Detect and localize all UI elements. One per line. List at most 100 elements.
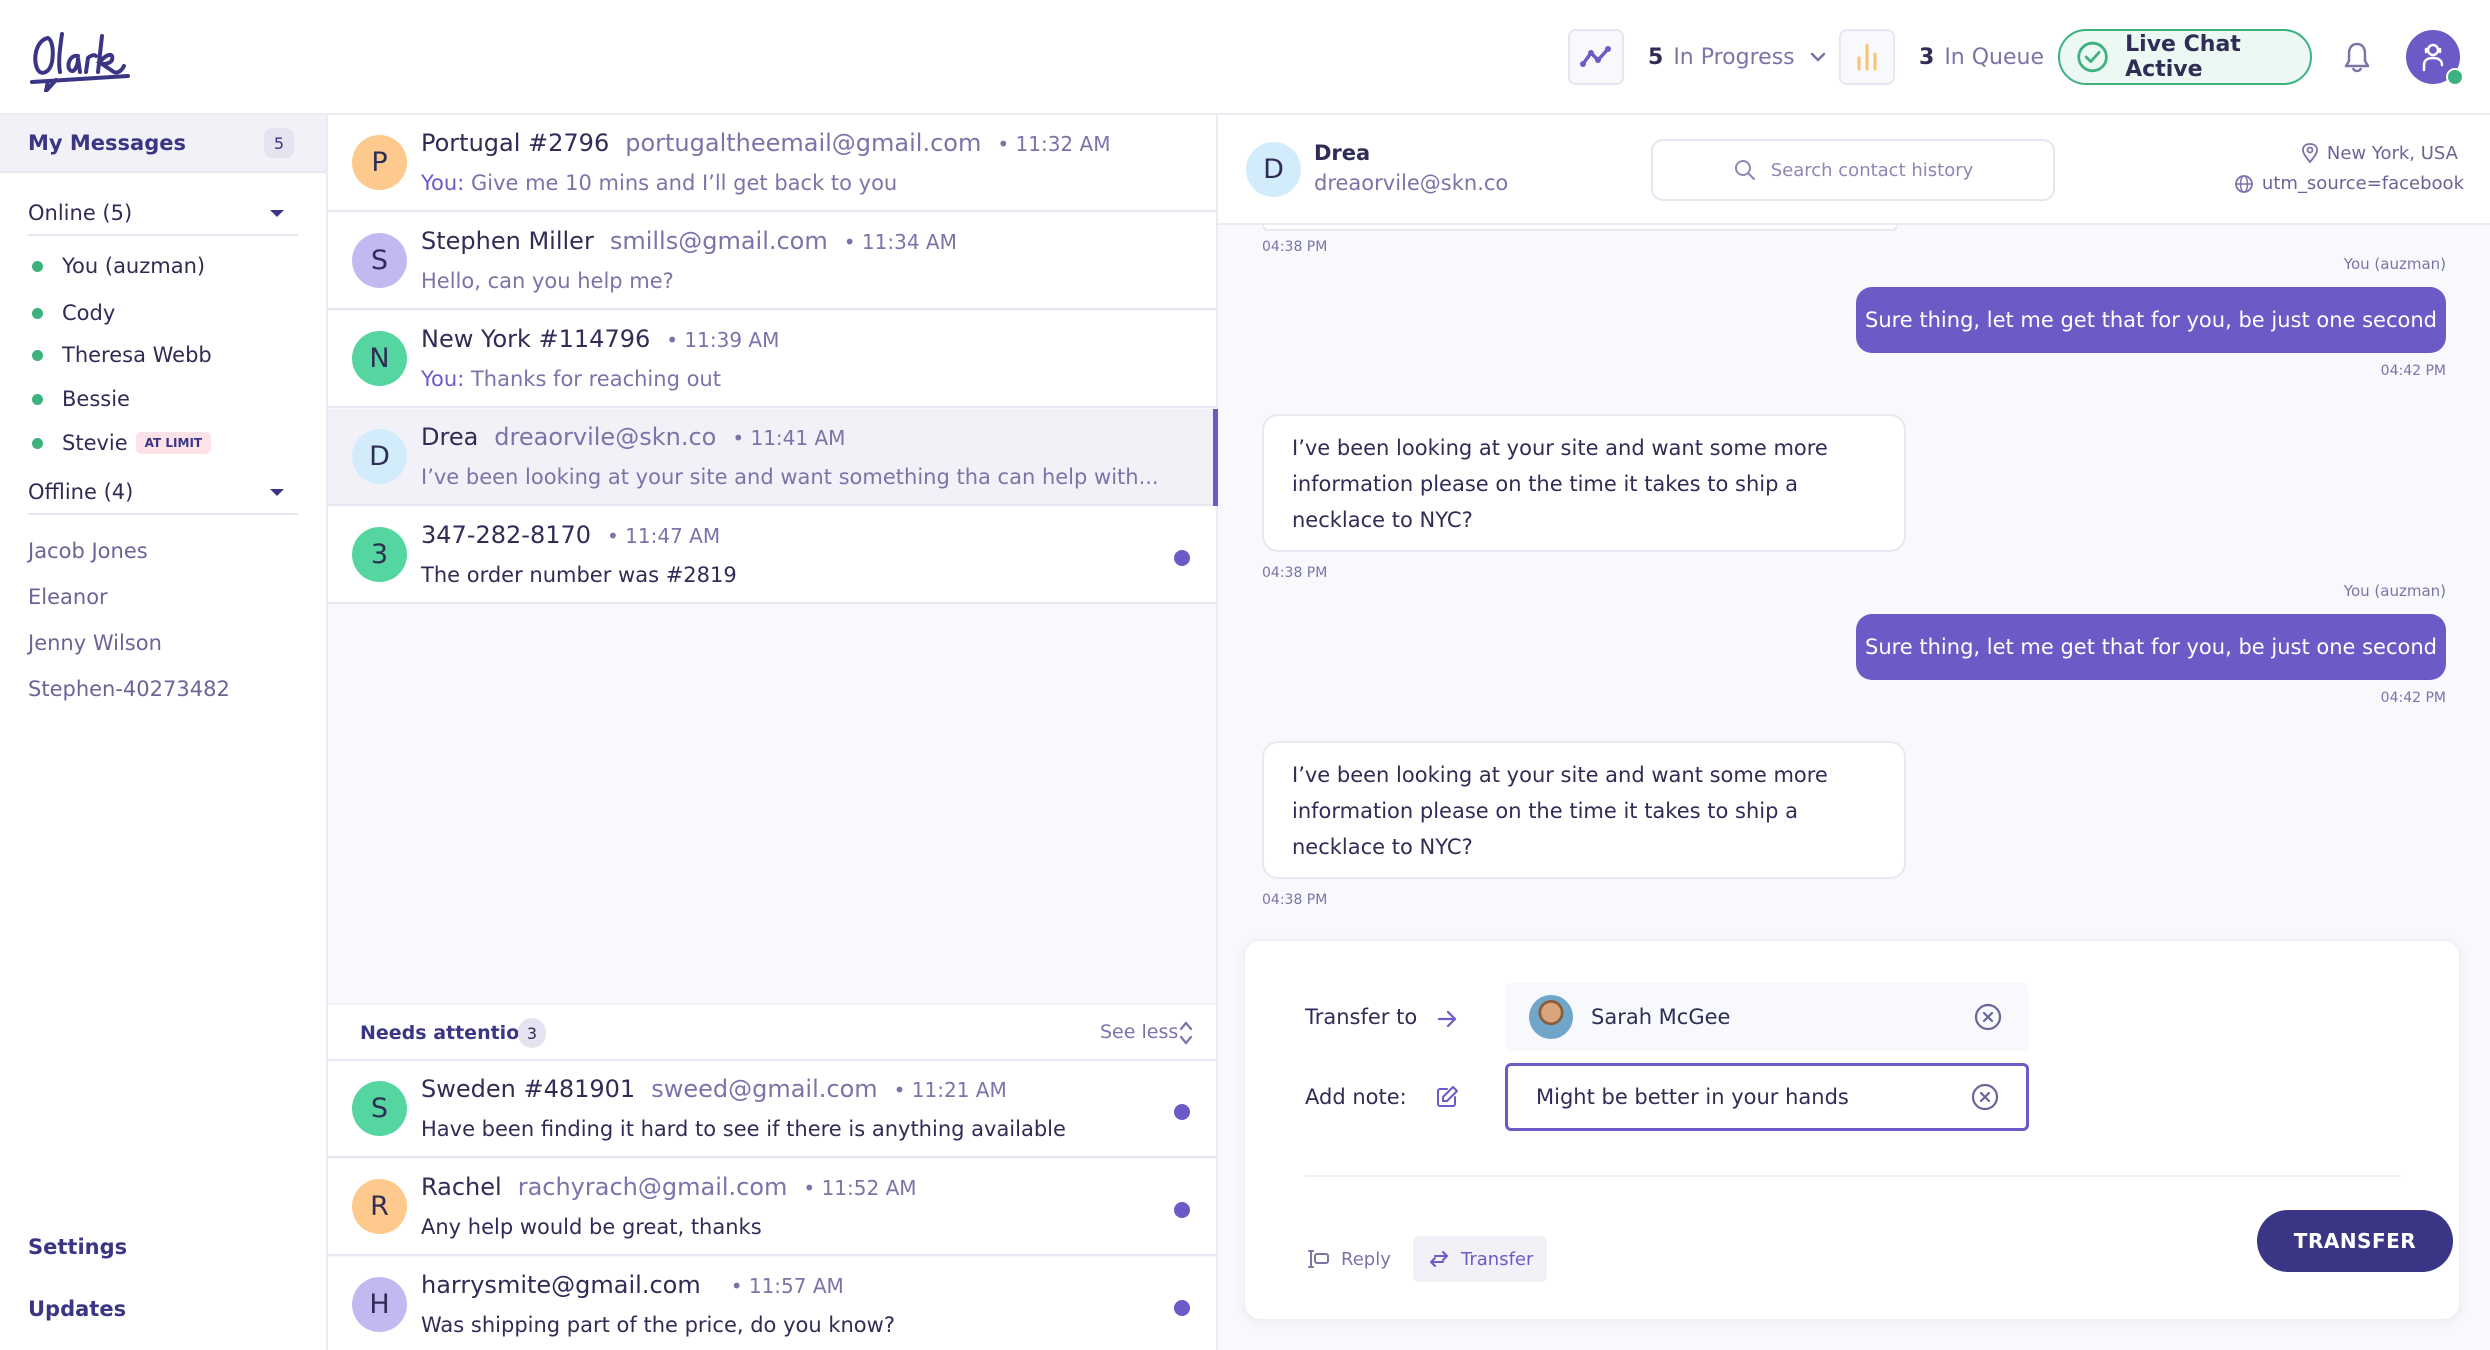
message-timestamp: 04:42 PM xyxy=(2380,690,2446,706)
offline-section-header[interactable]: Offline (4) xyxy=(28,471,298,515)
online-dot-icon xyxy=(32,437,43,449)
message-time: • 11:52 AM xyxy=(803,1176,917,1200)
check-circle-icon xyxy=(2077,41,2108,73)
message-time: • 11:47 AM xyxy=(607,524,721,548)
contact-history-search[interactable]: Search contact history xyxy=(1651,139,2055,201)
chevron-up-down-icon[interactable] xyxy=(1178,1019,1194,1047)
contact-name: Portugal #2796 xyxy=(421,129,610,157)
avatar: P xyxy=(352,135,407,190)
online-section-label: Online (5) xyxy=(28,201,133,225)
message-sender: You (auzman) xyxy=(2343,582,2446,600)
in-progress-count: 5 xyxy=(1648,44,1664,70)
bell-icon[interactable] xyxy=(2342,40,2372,74)
attention-row[interactable]: H harrysmite@gmail.com • 11:57 AM Was sh… xyxy=(328,1257,1216,1350)
online-agent[interactable]: Bessie xyxy=(28,382,130,416)
online-dot-icon xyxy=(32,307,43,319)
location-text: New York, USA xyxy=(2326,142,2458,164)
needs-attention-header: Needs attention 3 See less xyxy=(328,1003,1216,1061)
conversation-row[interactable]: 3 347-282-8170 • 11:47 AM The order numb… xyxy=(328,507,1216,604)
attention-row[interactable]: R Rachel rachyrach@gmail.com • 11:52 AM … xyxy=(328,1159,1216,1256)
conversation-row[interactable]: P Portugal #2796 portugaltheemail@gmail.… xyxy=(328,115,1216,212)
conversation-row-active[interactable]: D Drea dreaorvile@skn.co • 11:41 AM I’ve… xyxy=(328,409,1218,506)
transfer-to-label: Transfer to xyxy=(1305,1005,1418,1029)
avatar: H xyxy=(352,1277,407,1332)
online-agent[interactable]: You (auzman) xyxy=(28,249,205,283)
tab-transfer[interactable]: Transfer xyxy=(1413,1236,1548,1282)
needs-attention-label: Needs attention xyxy=(360,1022,533,1044)
note-input[interactable]: Might be better in your hands xyxy=(1505,1063,2029,1131)
clear-icon[interactable] xyxy=(1970,1082,2000,1112)
transfer-button[interactable]: TRANSFER xyxy=(2257,1210,2453,1272)
transfer-to-field[interactable]: Sarah McGee xyxy=(1505,983,2029,1051)
olark-logo[interactable] xyxy=(28,30,133,92)
agent-name: You (auzman) xyxy=(62,254,206,278)
online-dot-icon xyxy=(32,260,43,272)
agent-avatar-icon xyxy=(2422,43,2444,72)
avatar: N xyxy=(352,331,407,386)
message-preview: I’ve been looking at your site and want … xyxy=(421,465,1159,489)
online-dot-icon xyxy=(32,393,43,405)
contact-email: sweed@gmail.com xyxy=(651,1075,878,1103)
globe-icon xyxy=(2235,174,2253,193)
offline-agent[interactable]: Jacob Jones xyxy=(28,539,148,563)
online-agent[interactable]: Theresa Webb xyxy=(28,338,212,372)
in-queue-count: 3 xyxy=(1919,44,1935,70)
reply-icon xyxy=(1308,1250,1329,1268)
agent-name: Bessie xyxy=(62,387,130,411)
offline-agent[interactable]: Eleanor xyxy=(28,585,108,609)
offline-agent[interactable]: Jenny Wilson xyxy=(28,631,162,655)
agent-name: Theresa Webb xyxy=(62,343,212,367)
clear-icon[interactable] xyxy=(1973,1002,2003,1032)
unread-dot-icon xyxy=(1174,1104,1190,1120)
attention-row[interactable]: S Sweden #481901 sweed@gmail.com • 11:21… xyxy=(328,1061,1216,1158)
message-preview: The order number was #2819 xyxy=(421,563,737,587)
you-prefix: You: xyxy=(421,367,465,391)
conversation-row[interactable]: S Stephen Miller smills@gmail.com • 11:3… xyxy=(328,213,1216,310)
contact-email: smills@gmail.com xyxy=(609,227,828,255)
tab-transfer-label: Transfer xyxy=(1461,1248,1534,1270)
bar-chart-icon xyxy=(1839,29,1895,85)
online-agent[interactable]: Stevie AT LIMIT xyxy=(28,426,212,460)
updates-link[interactable]: Updates xyxy=(28,1297,126,1321)
contact-name: 347-282-8170 xyxy=(421,521,592,549)
transfer-panel: Transfer to Sarah McGee Add note: Might … xyxy=(1244,940,2460,1320)
in-queue-label: In Queue xyxy=(1944,44,2045,70)
contact-name: New York #114796 xyxy=(421,325,651,353)
caret-down-icon xyxy=(270,210,284,217)
unread-dot-icon xyxy=(1174,1202,1190,1218)
conversation-list: P Portugal #2796 portugaltheemail@gmail.… xyxy=(328,115,1218,1350)
agent-name: Stevie xyxy=(62,431,128,455)
contact-location: New York, USA xyxy=(2301,142,2458,164)
sidebar-item-my-messages[interactable]: My Messages 5 xyxy=(0,115,326,173)
message-sender: You (auzman) xyxy=(2343,255,2446,273)
tab-reply[interactable]: Reply xyxy=(1301,1237,1397,1281)
user-avatar[interactable] xyxy=(2406,30,2464,86)
avatar: S xyxy=(352,233,407,288)
chevron-down-icon[interactable] xyxy=(1809,51,1827,63)
offline-agent[interactable]: Stephen-40273482 xyxy=(28,677,230,701)
live-chat-status-toggle[interactable]: Live Chat Active xyxy=(2058,29,2312,85)
conversation-row[interactable]: N New York #114796 • 11:39 AM You: Thank… xyxy=(328,311,1216,408)
online-section-header[interactable]: Online (5) xyxy=(28,192,298,236)
app: 5 In Progress 3 In Queue Live Chat Activ… xyxy=(0,0,2490,1350)
see-less-toggle[interactable]: See less xyxy=(1100,1021,1178,1043)
message-preview: Hello, can you help me? xyxy=(421,269,674,293)
top-header: 5 In Progress 3 In Queue Live Chat Activ… xyxy=(0,0,2490,115)
chat-panel: D Drea dreaorvile@skn.co Search contact … xyxy=(1218,115,2490,1350)
incoming-message: I’ve been looking at your site and want … xyxy=(1262,741,1906,879)
trend-line-icon xyxy=(1568,29,1624,85)
settings-link[interactable]: Settings xyxy=(28,1235,127,1259)
transfer-to-value: Sarah McGee xyxy=(1591,1005,1731,1029)
message-timestamp: 04:38 PM xyxy=(1262,892,1328,908)
you-prefix: You: xyxy=(421,171,465,195)
in-progress-label: In Progress xyxy=(1673,44,1795,70)
in-progress-stat[interactable]: 5 In Progress xyxy=(1568,29,1827,85)
search-icon xyxy=(1734,160,1755,180)
arrow-right-icon xyxy=(1437,1010,1457,1028)
avatar: R xyxy=(352,1179,407,1234)
online-agent[interactable]: Cody xyxy=(28,296,115,330)
in-queue-stat[interactable]: 3 In Queue xyxy=(1839,29,2044,85)
unread-dot-icon xyxy=(1174,550,1190,566)
agent-name: Cody xyxy=(62,301,116,325)
outgoing-message: Sure thing, let me get that for you, be … xyxy=(1856,614,2446,680)
